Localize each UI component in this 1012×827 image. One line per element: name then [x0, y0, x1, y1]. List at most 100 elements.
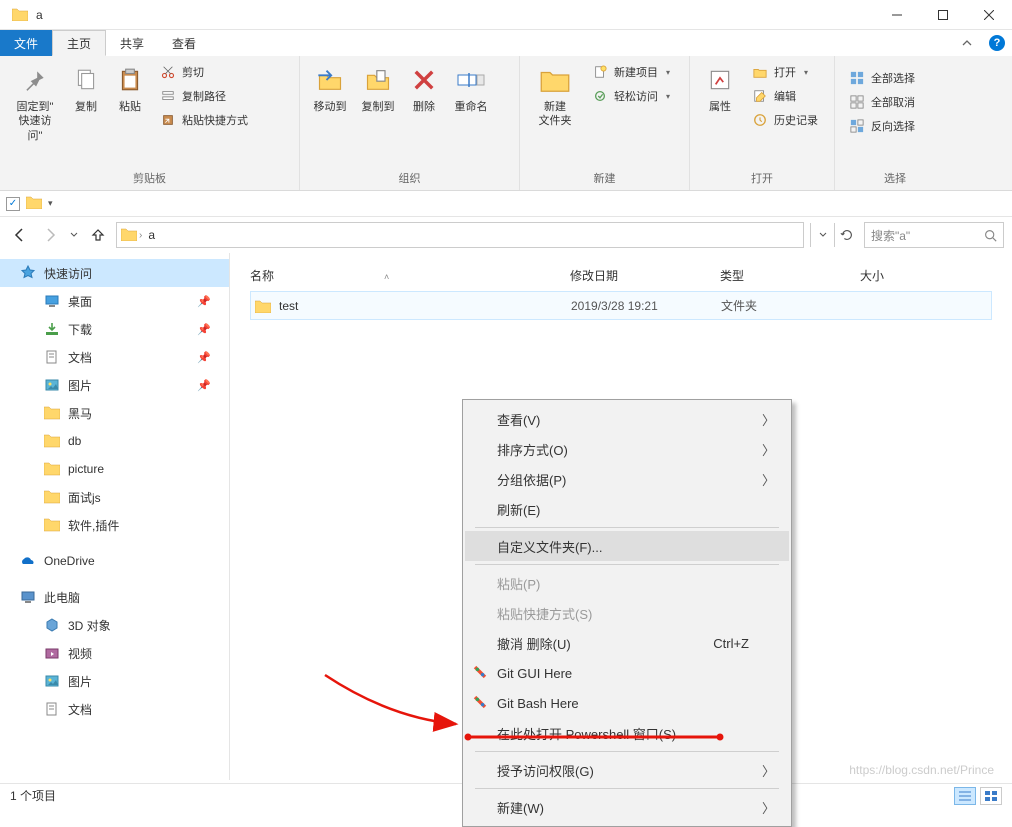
- refresh-button[interactable]: [834, 223, 858, 247]
- moveto-button[interactable]: 移动到: [306, 60, 354, 118]
- recent-dropdown[interactable]: [68, 223, 80, 247]
- edit-button[interactable]: 编辑: [748, 86, 822, 106]
- col-type[interactable]: 类型: [720, 267, 860, 284]
- sidebar-onedrive[interactable]: OneDrive: [0, 547, 229, 575]
- col-size[interactable]: 大小: [860, 267, 940, 284]
- help-button[interactable]: ?: [982, 30, 1012, 56]
- selectall-button[interactable]: 全部选择: [845, 68, 919, 88]
- view-details[interactable]: [954, 787, 976, 805]
- search-input[interactable]: 搜索"a": [864, 222, 1004, 248]
- col-date[interactable]: 修改日期: [570, 267, 720, 284]
- copy-button[interactable]: 复制: [64, 60, 108, 118]
- cm-undo[interactable]: 撤消 删除(U)Ctrl+Z: [465, 628, 789, 658]
- invert-button[interactable]: 反向选择: [845, 116, 919, 136]
- qa-overflow[interactable]: ▾: [48, 198, 53, 209]
- cm-view[interactable]: 查看(V)〉: [465, 404, 789, 434]
- history-button[interactable]: 历史记录: [748, 110, 822, 130]
- sidebar-item[interactable]: 软件,插件: [0, 511, 229, 539]
- sidebar-quickaccess[interactable]: 快速访问: [0, 259, 229, 287]
- newfolder-button[interactable]: 新建 文件夹: [526, 60, 584, 133]
- cm-paste-shortcut: 粘贴快捷方式(S): [465, 598, 789, 628]
- selectnone-icon: [849, 94, 865, 110]
- history-icon: [752, 112, 768, 128]
- sidebar-item[interactable]: db: [0, 427, 229, 455]
- copypath-button[interactable]: 复制路径: [156, 86, 252, 106]
- invert-icon: [849, 118, 865, 134]
- cm-gitbash[interactable]: Git Bash Here: [465, 688, 789, 718]
- pin-icon: 📌: [197, 295, 211, 308]
- doc-icon: [44, 349, 60, 365]
- view-icons[interactable]: [980, 787, 1002, 805]
- group-label-select: 选择: [835, 170, 955, 190]
- sidebar-item[interactable]: 文档📌: [0, 343, 229, 371]
- sidebar-thispc[interactable]: 此电脑: [0, 583, 229, 611]
- ribbon-tabs: 文件 主页 共享 查看 ?: [0, 30, 1012, 56]
- properties-button[interactable]: 属性: [696, 60, 744, 118]
- minimize-button[interactable]: [874, 0, 920, 30]
- col-name[interactable]: 名称˄: [250, 267, 570, 284]
- folder-icon: [121, 227, 137, 244]
- sidebar-item[interactable]: 黑马: [0, 399, 229, 427]
- sidebar-item[interactable]: 面试js: [0, 483, 229, 511]
- tab-share[interactable]: 共享: [106, 30, 158, 56]
- sidebar-item[interactable]: 图片📌: [0, 371, 229, 399]
- folder-icon: [12, 7, 28, 23]
- status-text: 1 个项目: [10, 787, 56, 804]
- breadcrumb[interactable]: a: [144, 228, 159, 242]
- newitem-button[interactable]: 新建项目▾: [588, 62, 674, 82]
- newitem-icon: [592, 64, 608, 80]
- selectnone-button[interactable]: 全部取消: [845, 92, 919, 112]
- qa-checkbox[interactable]: ✓: [6, 197, 20, 211]
- tab-home[interactable]: 主页: [52, 30, 106, 56]
- group-label-clipboard: 剪贴板: [0, 170, 299, 190]
- sidebar-item[interactable]: 文档: [0, 695, 229, 723]
- pin-icon: 📌: [197, 351, 211, 364]
- paste-button[interactable]: 粘贴: [108, 60, 152, 118]
- tab-view[interactable]: 查看: [158, 30, 210, 56]
- copyto-button[interactable]: 复制到: [354, 60, 402, 118]
- sidebar-item[interactable]: 桌面📌: [0, 287, 229, 315]
- forward-button[interactable]: [38, 223, 62, 247]
- cm-gitgui[interactable]: Git GUI Here: [465, 658, 789, 688]
- pasteshortcut-button[interactable]: 粘贴快捷方式: [156, 110, 252, 130]
- sidebar-item[interactable]: 图片: [0, 667, 229, 695]
- back-button[interactable]: [8, 223, 32, 247]
- folder-icon: [44, 433, 60, 449]
- cm-group[interactable]: 分组依据(P)〉: [465, 464, 789, 494]
- address-bar[interactable]: › a: [116, 222, 804, 248]
- cm-customize[interactable]: 自定义文件夹(F)...: [465, 531, 789, 561]
- paste-icon: [114, 64, 146, 96]
- group-label-new: 新建: [520, 170, 689, 190]
- moveto-icon: [314, 64, 346, 96]
- ribbon-toggle[interactable]: [952, 30, 982, 56]
- address-dropdown[interactable]: [810, 223, 834, 247]
- group-label-organize: 组织: [300, 170, 519, 190]
- sidebar-item[interactable]: picture: [0, 455, 229, 483]
- maximize-button[interactable]: [920, 0, 966, 30]
- star-icon: [20, 265, 36, 281]
- tab-file[interactable]: 文件: [0, 30, 52, 56]
- sidebar-item[interactable]: 视频: [0, 639, 229, 667]
- cm-permissions[interactable]: 授予访问权限(G)〉: [465, 755, 789, 785]
- delete-icon: [408, 64, 440, 96]
- easyaccess-button[interactable]: 轻松访问▾: [588, 86, 674, 106]
- cm-powershell[interactable]: 在此处打开 Powershell 窗口(S): [465, 718, 789, 748]
- delete-button[interactable]: 删除: [402, 60, 446, 118]
- sidebar-item[interactable]: 下载📌: [0, 315, 229, 343]
- rename-button[interactable]: 重命名: [446, 60, 496, 118]
- pic-icon: [44, 673, 60, 689]
- cm-refresh[interactable]: 刷新(E): [465, 494, 789, 524]
- quick-access-toolbar: ✓ ▾: [0, 191, 1012, 217]
- folder-icon: [44, 461, 60, 477]
- up-button[interactable]: [86, 223, 110, 247]
- properties-icon: [704, 64, 736, 96]
- close-button[interactable]: [966, 0, 1012, 30]
- sidebar-item[interactable]: 3D 对象: [0, 611, 229, 639]
- cut-button[interactable]: 剪切: [156, 62, 252, 82]
- pin-quickaccess-button[interactable]: 固定到" 快速访问": [6, 60, 64, 147]
- open-button[interactable]: 打开▾: [748, 62, 822, 82]
- file-row[interactable]: test 2019/3/28 19:21 文件夹: [250, 291, 992, 320]
- pin-icon: 📌: [197, 323, 211, 336]
- cm-sort[interactable]: 排序方式(O)〉: [465, 434, 789, 464]
- cm-new[interactable]: 新建(W)〉: [465, 792, 789, 822]
